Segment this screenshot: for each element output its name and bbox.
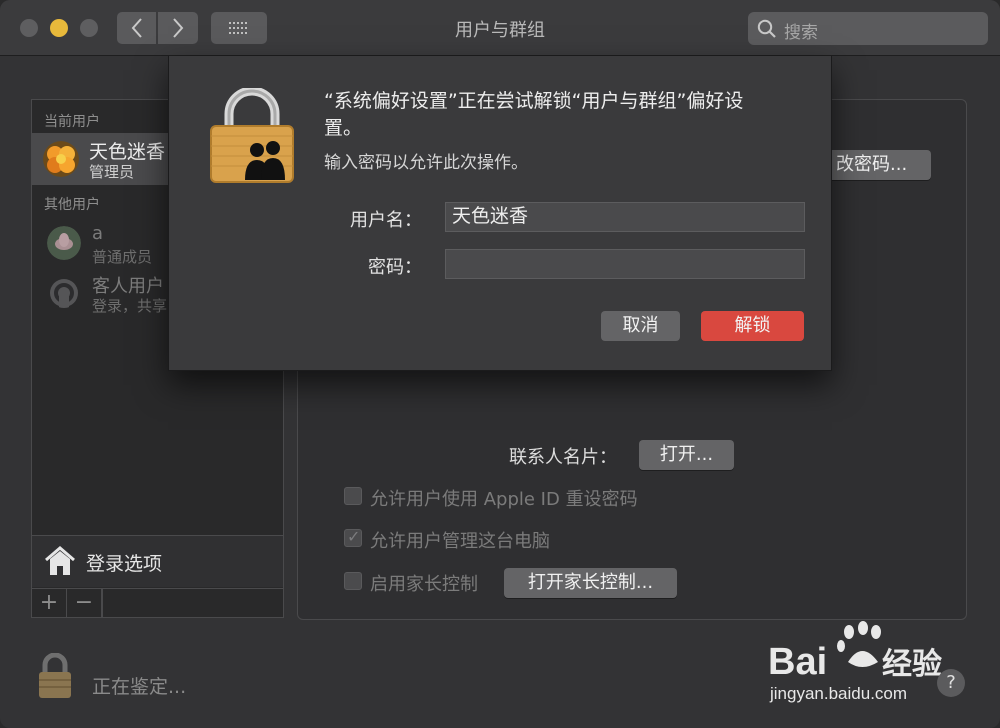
login-options-item[interactable]: 登录选项 (32, 535, 283, 587)
other-users-header: 其他用户 (44, 197, 100, 213)
current-user-name: 天色迷香 (89, 141, 166, 163)
search-placeholder: 搜索 (784, 23, 818, 43)
password-label: 密码： (368, 257, 422, 278)
parental-controls-label: 启用家长控制 (370, 574, 478, 595)
svg-text:经验: 经验 (882, 647, 942, 681)
preferences-window: 用户与群组 搜索 当前用户 天色迷香 管理员 其他用户 a 普通成员 客人用户 … (0, 0, 1000, 728)
svg-text:Bai: Bai (768, 641, 827, 683)
lock-icon[interactable] (37, 653, 73, 699)
title-bar: 用户与群组 搜索 (0, 0, 1000, 56)
divider (102, 589, 103, 618)
cancel-button[interactable]: 取消 (601, 311, 680, 341)
remove-user-button[interactable]: − (67, 589, 102, 618)
username-label: 用户名： (350, 210, 422, 231)
checkmark-icon: ✓ (347, 527, 361, 546)
dialog-subtitle: 输入密码以允许此次操作。 (324, 153, 528, 173)
login-options-label: 登录选项 (86, 553, 163, 575)
apple-id-reset-checkbox[interactable] (344, 487, 362, 505)
open-contacts-button[interactable]: 打开... (639, 440, 734, 470)
help-button[interactable]: ? (937, 669, 965, 697)
search-field[interactable]: 搜索 (748, 12, 988, 45)
authenticating-status: 正在鉴定... (92, 676, 187, 698)
current-users-header: 当前用户 (44, 114, 100, 130)
flower-avatar-icon (43, 141, 79, 177)
open-parental-controls-button[interactable]: 打开家长控制... (504, 568, 677, 598)
change-password-button[interactable]: 改密码... (826, 150, 931, 180)
username-field[interactable]: 天色迷香 (445, 202, 805, 232)
user-a-name: a (92, 223, 104, 244)
add-remove-bar: + − (32, 588, 283, 618)
contacts-label: 联系人名片： (509, 447, 617, 468)
guest-user-role: 登录，共享 (92, 297, 168, 315)
guest-avatar-icon (50, 279, 78, 308)
parental-controls-checkbox[interactable] (344, 572, 362, 590)
user-a-role: 普通成员 (92, 248, 153, 266)
unlock-button[interactable]: 解锁 (701, 311, 804, 341)
current-user-role: 管理员 (89, 163, 135, 181)
lotus-avatar-icon (47, 226, 81, 260)
lock-users-icon (210, 88, 294, 183)
apple-id-reset-label: 允许用户使用 Apple ID 重设密码 (370, 489, 638, 510)
watermark-url: jingyan.baidu.com (770, 684, 908, 703)
house-icon (45, 546, 75, 575)
allow-admin-checkbox[interactable]: ✓ (344, 527, 362, 547)
search-icon (757, 19, 776, 38)
dialog-title: “系统偏好设置”正在尝试解锁“用户与群组”偏好设置。 (324, 90, 744, 139)
allow-admin-label: 允许用户管理这台电脑 (370, 531, 550, 552)
add-user-button[interactable]: + (32, 589, 67, 618)
password-field[interactable] (445, 249, 805, 279)
auth-dialog: “系统偏好设置”正在尝试解锁“用户与群组”偏好设置。 输入密码以允许此次操作。 … (168, 56, 832, 371)
